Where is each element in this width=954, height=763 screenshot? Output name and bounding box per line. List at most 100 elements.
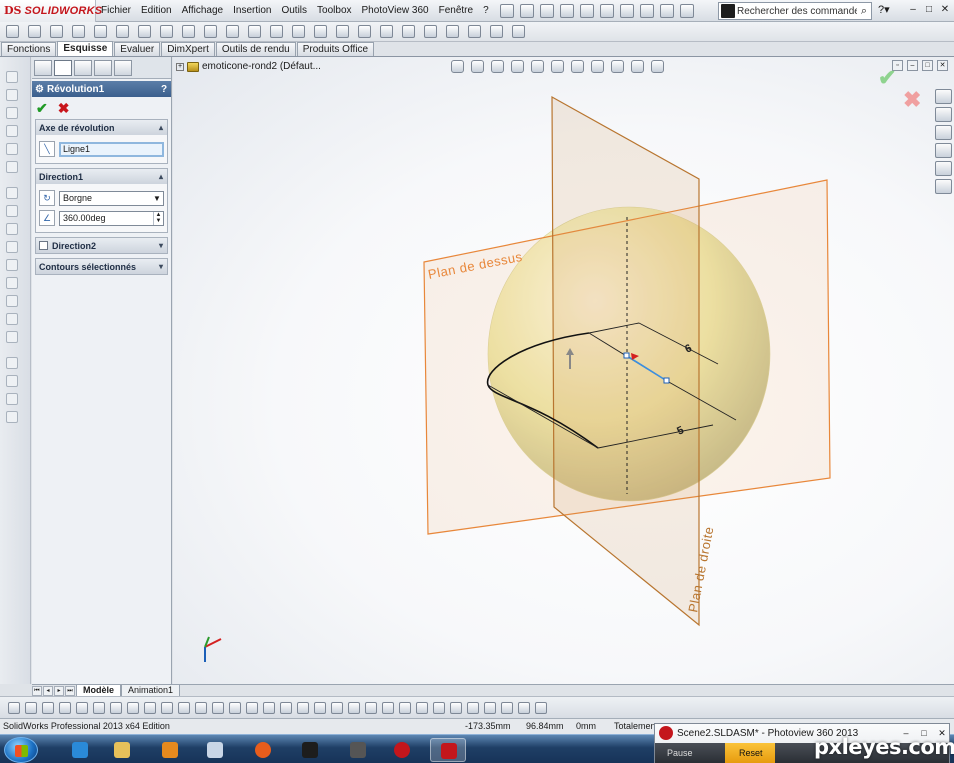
tool-icon[interactable]	[127, 701, 139, 714]
direction1-group-header[interactable]: Direction1 ▴	[36, 169, 167, 184]
spline-icon[interactable]	[182, 25, 195, 38]
ok-check-icon[interactable]: ✔	[36, 100, 48, 117]
minimize-icon[interactable]: –	[907, 60, 918, 71]
menu-outils[interactable]: Outils	[276, 0, 312, 22]
tool-icon[interactable]	[450, 701, 462, 714]
axis-endpoint-handle[interactable]	[663, 377, 670, 384]
cut-loft-icon[interactable]	[6, 241, 18, 253]
zoom-to-area-icon[interactable]	[471, 60, 484, 73]
fillet-icon[interactable]	[204, 25, 217, 38]
tool-icon[interactable]	[314, 701, 326, 714]
custom-properties-icon[interactable]	[935, 179, 952, 194]
tool-icon[interactable]	[416, 701, 428, 714]
intersect-icon[interactable]	[6, 375, 18, 387]
model-scene[interactable]: 6 5 Plan de dessus Plan de droite	[173, 57, 954, 684]
tool-icon[interactable]	[161, 701, 173, 714]
appearances-icon[interactable]	[935, 161, 952, 176]
shell-icon[interactable]	[6, 357, 18, 369]
pin-icon[interactable]	[499, 3, 514, 18]
linear-pattern-icon[interactable]	[380, 25, 393, 38]
last-tab-icon[interactable]: ⏭	[65, 685, 75, 696]
right-plane[interactable]	[551, 95, 700, 627]
configuration-manager-tab-icon[interactable]	[74, 59, 92, 76]
fillet-feature-icon[interactable]	[6, 259, 18, 271]
tool-icon[interactable]	[76, 701, 88, 714]
tab-animation1[interactable]: Animation1	[121, 684, 181, 697]
tool-icon[interactable]	[263, 701, 275, 714]
tool-icon[interactable]	[518, 701, 530, 714]
tool-icon[interactable]	[535, 701, 547, 714]
save-icon[interactable]	[559, 3, 574, 18]
confirmation-ok-icon[interactable]: ✔	[878, 65, 896, 91]
taskbar-internet-explorer[interactable]	[62, 738, 98, 762]
select-icon[interactable]	[619, 3, 634, 18]
taskbar-media-player[interactable]	[152, 738, 188, 762]
reset-button[interactable]: Reset	[725, 743, 775, 763]
boundary-icon[interactable]	[6, 143, 18, 155]
sweep-icon[interactable]	[6, 107, 18, 119]
tab-dimxpert[interactable]: DimXpert	[161, 42, 215, 56]
open-icon[interactable]	[539, 3, 554, 18]
tool-icon[interactable]	[195, 701, 207, 714]
extrude-icon[interactable]	[6, 71, 18, 83]
instant2d-icon[interactable]	[512, 25, 525, 38]
restore-icon[interactable]: □	[922, 60, 933, 71]
command-search[interactable]: Rechercher des commandes ⌕	[718, 2, 872, 20]
taskbar-explorer[interactable]	[104, 738, 140, 762]
tool-icon[interactable]	[25, 701, 37, 714]
text-icon[interactable]	[248, 25, 261, 38]
axis-endpoint-handle[interactable]	[623, 352, 630, 359]
contours-group-header[interactable]: Contours sélectionnés ▾	[36, 259, 167, 274]
previous-view-icon[interactable]	[491, 60, 504, 73]
tool-icon[interactable]	[433, 701, 445, 714]
help-icon[interactable]: ?▾	[878, 3, 890, 16]
print-icon[interactable]	[579, 3, 594, 18]
rectangle-icon[interactable]	[72, 25, 85, 38]
taskbar-app[interactable]	[292, 738, 328, 762]
search-icon[interactable]: ⌕	[857, 5, 871, 18]
tool-icon[interactable]	[246, 701, 258, 714]
section-view-icon[interactable]	[511, 60, 524, 73]
tool-icon[interactable]	[484, 701, 496, 714]
view-orientation-icon[interactable]	[531, 60, 544, 73]
reference-geometry-icon[interactable]	[6, 393, 18, 405]
draft-icon[interactable]	[6, 331, 18, 343]
sketch-icon[interactable]	[6, 25, 19, 38]
slot-icon[interactable]	[116, 25, 129, 38]
curves-icon[interactable]	[6, 411, 18, 423]
loft-icon[interactable]	[6, 125, 18, 137]
tab-modele[interactable]: Modèle	[76, 684, 122, 697]
tool-icon[interactable]	[110, 701, 122, 714]
tool-icon[interactable]	[229, 701, 241, 714]
taskbar-solidworks-launcher[interactable]	[384, 738, 420, 762]
tool-icon[interactable]	[331, 701, 343, 714]
axis-selection-box[interactable]: Ligne1	[59, 141, 164, 157]
tool-icon[interactable]	[59, 701, 71, 714]
view-settings-icon[interactable]	[631, 60, 644, 73]
taskbar-firefox[interactable]	[245, 738, 281, 762]
tab-esquisse[interactable]: Esquisse	[57, 41, 114, 56]
hide-show-items-icon[interactable]	[571, 60, 584, 73]
rapid-sketch-icon[interactable]	[490, 25, 503, 38]
tool-icon[interactable]	[42, 701, 54, 714]
prev-tab-icon[interactable]: ◂	[43, 685, 53, 696]
trim-icon[interactable]	[292, 25, 305, 38]
file-explorer-icon[interactable]	[935, 125, 952, 140]
arc-icon[interactable]	[138, 25, 151, 38]
new-document-icon[interactable]	[519, 3, 534, 18]
expand-chevron-icon[interactable]: ▾	[155, 262, 167, 271]
display-relations-icon[interactable]	[424, 25, 437, 38]
reverse-direction-icon[interactable]: ↻	[39, 190, 55, 206]
menu-insertion[interactable]: Insertion	[228, 0, 276, 22]
dimxpert-manager-tab-icon[interactable]	[94, 59, 112, 76]
menu-help[interactable]: ?	[478, 0, 494, 22]
plane-icon[interactable]	[226, 25, 239, 38]
start-button[interactable]	[4, 737, 38, 763]
direction2-group-header[interactable]: Direction2 ▾	[36, 238, 167, 253]
help-button[interactable]: ?	[157, 84, 171, 95]
solidworks-logo[interactable]: DS SOLIDWORKS	[0, 0, 102, 22]
hole-wizard-icon[interactable]	[6, 187, 18, 199]
display-manager-tab-icon[interactable]	[114, 59, 132, 76]
tool-icon[interactable]	[178, 701, 190, 714]
axis-group-header[interactable]: Axe de révolution ▴	[36, 120, 167, 135]
